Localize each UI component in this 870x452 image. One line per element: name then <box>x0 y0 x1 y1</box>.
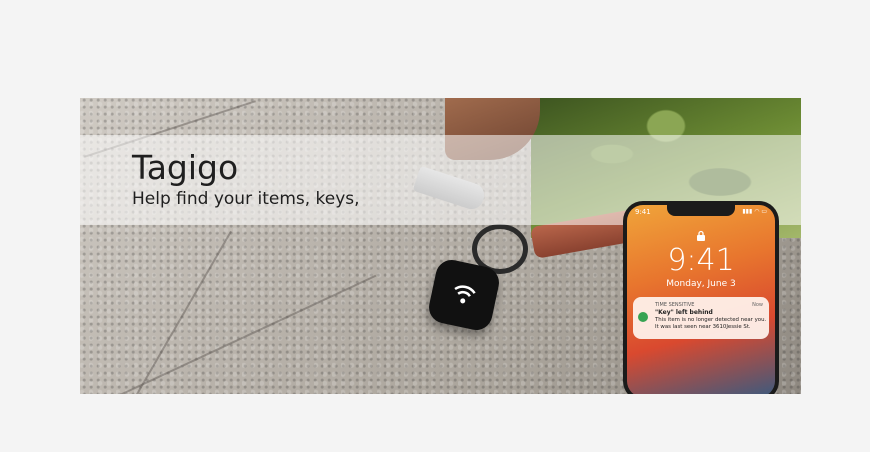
hero-banner: Tagigo Help find your items, keys, 9:41 … <box>80 98 801 394</box>
notification-body: This item is no longer detected near you… <box>655 317 767 330</box>
phone-lock-screen: 9:41 ▮▮▮ ◠ ▭ 9:41 Monday, June 3 TIME SE… <box>627 205 775 394</box>
status-time: 9:41 <box>635 208 651 216</box>
phone-notch <box>667 205 735 216</box>
tagline: Help find your items, keys, <box>132 189 360 209</box>
notification-title: "Key" left behind <box>655 309 713 316</box>
lock-screen-time: 9:41 <box>667 243 735 278</box>
wifi-logo-icon <box>454 285 476 304</box>
tracker-tag <box>426 257 502 333</box>
notification-card[interactable]: TIME SENSITIVE Now "Key" left behind Thi… <box>633 297 769 339</box>
brand-title: Tagigo <box>132 148 239 187</box>
notification-time: Now <box>752 302 763 308</box>
smartphone: 9:41 ▮▮▮ ◠ ▭ 9:41 Monday, June 3 TIME SE… <box>623 201 779 394</box>
paver-seam <box>103 274 377 394</box>
lock-screen-date: Monday, June 3 <box>666 279 736 289</box>
notification-tag: TIME SENSITIVE <box>655 302 695 308</box>
find-my-icon <box>638 312 648 322</box>
status-icons: ▮▮▮ ◠ ▭ <box>742 208 767 215</box>
paver-seam <box>130 230 232 394</box>
lock-icon <box>697 230 705 241</box>
